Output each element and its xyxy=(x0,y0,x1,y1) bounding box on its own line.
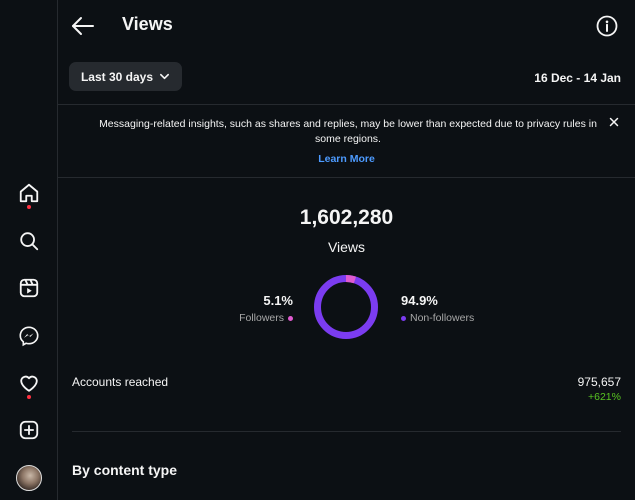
messenger-nav-button[interactable] xyxy=(17,324,41,348)
profile-avatar[interactable] xyxy=(16,465,42,491)
notifications-nav-button[interactable] xyxy=(17,371,41,395)
heart-icon xyxy=(20,375,38,392)
notice-message: Messaging-related insights, such as shar… xyxy=(99,118,597,145)
learn-more-link[interactable]: Learn More xyxy=(58,153,635,165)
date-range-dropdown[interactable]: Last 30 days xyxy=(69,62,182,91)
followers-percentage: 5.1% xyxy=(263,293,293,308)
audience-donut-chart xyxy=(314,275,378,339)
nonfollowers-legend-dot xyxy=(401,315,406,321)
close-icon[interactable] xyxy=(607,115,621,129)
page-title: Views xyxy=(122,14,173,34)
back-arrow-icon[interactable] xyxy=(70,14,96,38)
accounts-reached-label: Accounts reached xyxy=(72,375,169,389)
home-icon xyxy=(19,183,39,203)
create-icon xyxy=(19,420,39,440)
privacy-notice-banner: Messaging-related insights, such as shar… xyxy=(58,104,635,178)
create-nav-button[interactable] xyxy=(17,418,41,442)
accounts-reached-value: 975,657 xyxy=(577,375,621,389)
section-divider xyxy=(72,431,621,432)
chevron-down-icon xyxy=(160,73,170,80)
notification-badge-dot xyxy=(27,395,31,399)
nonfollowers-legend-label: Non-followers xyxy=(410,312,475,324)
followers-legend: Followers xyxy=(239,312,293,324)
views-insights-panel: Views Last 30 days 16 Dec - 14 Jan Messa… xyxy=(58,0,635,500)
home-active-dot xyxy=(27,205,31,209)
followers-legend-dot xyxy=(288,315,293,321)
nonfollowers-legend: Non-followers xyxy=(401,312,474,324)
sidebar-nav xyxy=(0,0,58,500)
followers-legend-label: Followers xyxy=(239,312,284,324)
date-range-text: 16 Dec - 14 Jan xyxy=(534,71,621,85)
content-type-section-title: By content type xyxy=(72,462,178,478)
search-icon xyxy=(20,232,39,251)
total-views-value: 1,602,280 xyxy=(299,206,394,229)
info-icon[interactable] xyxy=(596,15,618,37)
header: Views xyxy=(58,0,635,52)
accounts-reached-change: +621% xyxy=(588,391,621,403)
total-views-label: Views xyxy=(327,239,366,255)
home-nav-button[interactable] xyxy=(17,181,41,205)
date-range-dropdown-label: Last 30 days xyxy=(80,69,154,84)
reels-nav-button[interactable] xyxy=(17,276,41,300)
nonfollowers-segment xyxy=(314,275,378,339)
search-nav-button[interactable] xyxy=(17,229,41,253)
reels-icon xyxy=(19,278,39,298)
nonfollowers-percentage: 94.9% xyxy=(401,293,438,308)
messenger-icon xyxy=(19,326,39,347)
